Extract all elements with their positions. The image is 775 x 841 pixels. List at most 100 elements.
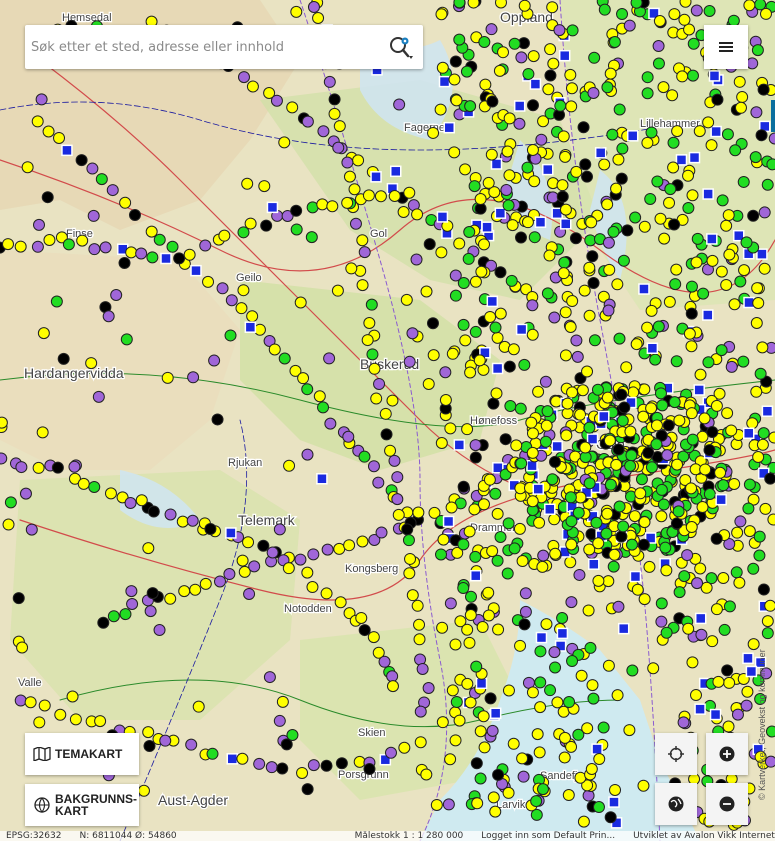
green-circle-marker[interactable] <box>358 450 371 463</box>
green-circle-marker[interactable] <box>652 320 665 333</box>
green-circle-marker[interactable] <box>749 151 762 164</box>
yellow-circle-marker[interactable] <box>492 623 505 636</box>
yellow-circle-marker[interactable] <box>413 618 426 631</box>
green-circle-marker[interactable] <box>457 538 470 551</box>
yellow-circle-marker[interactable] <box>482 609 495 622</box>
yellow-circle-marker[interactable] <box>764 599 775 612</box>
black-circle-marker[interactable] <box>710 532 723 545</box>
blue-square-marker[interactable] <box>551 440 563 453</box>
purple-circle-marker[interactable] <box>332 141 345 154</box>
black-circle-marker[interactable] <box>128 208 141 221</box>
yellow-circle-marker[interactable] <box>561 397 574 410</box>
yellow-circle-marker[interactable] <box>506 219 519 232</box>
purple-circle-marker[interactable] <box>388 454 401 467</box>
yellow-circle-marker[interactable] <box>731 526 744 539</box>
yellow-circle-marker[interactable] <box>469 275 482 288</box>
yellow-circle-marker[interactable] <box>474 725 487 738</box>
yellow-circle-marker[interactable] <box>448 146 461 159</box>
blue-square-marker[interactable] <box>756 248 768 260</box>
yellow-circle-marker[interactable] <box>258 180 271 193</box>
green-circle-marker[interactable] <box>723 600 736 613</box>
green-circle-marker[interactable] <box>617 520 630 533</box>
black-circle-marker[interactable] <box>548 455 561 468</box>
black-circle-marker[interactable] <box>618 401 631 414</box>
yellow-circle-marker[interactable] <box>685 482 698 495</box>
yellow-circle-marker[interactable] <box>404 552 417 565</box>
yellow-circle-marker[interactable] <box>638 593 651 606</box>
purple-circle-marker[interactable] <box>526 299 539 312</box>
yellow-circle-marker[interactable] <box>585 216 598 229</box>
green-circle-marker[interactable] <box>672 505 685 518</box>
blue-square-marker[interactable] <box>244 321 257 333</box>
yellow-circle-marker[interactable] <box>435 436 448 449</box>
green-circle-marker[interactable] <box>737 175 750 188</box>
purple-circle-marker[interactable] <box>393 98 406 111</box>
black-circle-marker[interactable] <box>276 762 289 775</box>
yellow-circle-marker[interactable] <box>604 67 617 80</box>
yellow-circle-marker[interactable] <box>178 585 191 598</box>
locate-button[interactable] <box>655 733 697 775</box>
yellow-circle-marker[interactable] <box>526 686 539 699</box>
green-circle-marker[interactable] <box>530 795 543 808</box>
purple-circle-marker[interactable] <box>570 334 583 347</box>
black-circle-marker[interactable] <box>118 256 131 269</box>
yellow-circle-marker[interactable] <box>585 763 598 776</box>
black-circle-marker[interactable] <box>585 528 598 541</box>
yellow-circle-marker[interactable] <box>526 143 539 156</box>
yellow-circle-marker[interactable] <box>756 438 769 451</box>
yellow-circle-marker[interactable] <box>312 12 325 25</box>
green-circle-marker[interactable] <box>120 333 133 346</box>
yellow-circle-marker[interactable] <box>527 50 540 63</box>
purple-circle-marker[interactable] <box>652 40 665 53</box>
yellow-circle-marker[interactable] <box>461 423 474 436</box>
blue-square-marker[interactable] <box>591 743 603 755</box>
search-options-button[interactable] <box>379 25 423 69</box>
yellow-circle-marker[interactable] <box>403 567 416 580</box>
purple-circle-marker[interactable] <box>373 377 386 390</box>
blue-square-marker[interactable] <box>694 703 706 715</box>
purple-circle-marker[interactable] <box>602 236 615 249</box>
yellow-circle-marker[interactable] <box>463 636 476 649</box>
yellow-circle-marker[interactable] <box>722 209 735 222</box>
purple-circle-marker[interactable] <box>124 497 137 510</box>
green-circle-marker[interactable] <box>625 449 638 462</box>
yellow-circle-marker[interactable] <box>507 343 520 356</box>
yellow-circle-marker[interactable] <box>533 516 546 529</box>
green-circle-marker[interactable] <box>508 542 521 555</box>
yellow-circle-marker[interactable] <box>668 8 681 21</box>
yellow-circle-marker[interactable] <box>526 495 539 508</box>
yellow-circle-marker[interactable] <box>36 426 49 439</box>
blue-square-marker[interactable] <box>442 515 455 528</box>
black-circle-marker[interactable] <box>470 757 483 770</box>
blue-square-marker[interactable] <box>715 493 727 506</box>
yellow-circle-marker[interactable] <box>601 198 614 211</box>
yellow-circle-marker[interactable] <box>331 284 344 297</box>
projection-text[interactable]: EPSG:32632 <box>6 831 61 841</box>
green-circle-marker[interactable] <box>583 421 596 434</box>
green-circle-marker[interactable] <box>751 44 764 57</box>
purple-circle-marker[interactable] <box>88 243 101 256</box>
yellow-circle-marker[interactable] <box>628 510 641 523</box>
yellow-circle-marker[interactable] <box>710 603 723 616</box>
blue-square-marker[interactable] <box>160 252 172 265</box>
blue-square-marker[interactable] <box>598 410 610 423</box>
green-circle-marker[interactable] <box>50 295 63 308</box>
yellow-circle-marker[interactable] <box>145 225 158 238</box>
yellow-circle-marker[interactable] <box>355 611 368 624</box>
yellow-circle-marker[interactable] <box>0 416 8 429</box>
yellow-circle-marker[interactable] <box>435 246 448 259</box>
yellow-circle-marker[interactable] <box>761 615 774 628</box>
purple-circle-marker[interactable] <box>612 600 625 613</box>
yellow-circle-marker[interactable] <box>326 200 339 213</box>
yellow-circle-marker[interactable] <box>341 196 354 209</box>
blue-square-marker[interactable] <box>761 405 774 417</box>
black-circle-marker[interactable] <box>757 583 770 596</box>
yellow-circle-marker[interactable] <box>682 169 695 182</box>
purple-circle-marker[interactable] <box>414 705 427 718</box>
purple-circle-marker[interactable] <box>403 355 416 368</box>
green-circle-marker[interactable] <box>682 202 695 215</box>
yellow-circle-marker[interactable] <box>448 73 461 86</box>
green-circle-marker[interactable] <box>502 517 515 530</box>
black-circle-marker[interactable] <box>280 738 293 751</box>
black-circle-marker[interactable] <box>75 154 88 167</box>
